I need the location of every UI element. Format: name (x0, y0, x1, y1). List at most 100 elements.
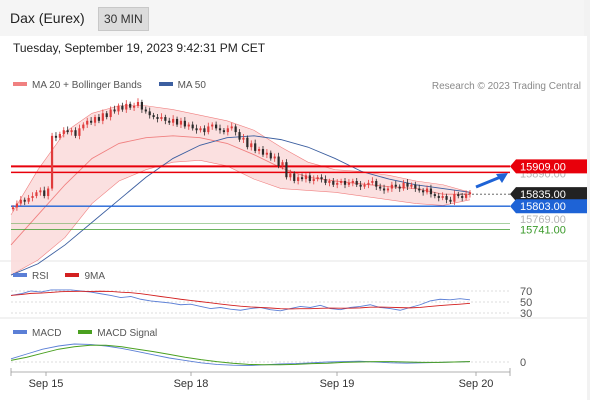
legend-rsi: RSI (13, 271, 49, 282)
x-tick-label: Sep 20 (459, 378, 494, 390)
macd-zero-label: 0 (520, 357, 526, 369)
main-legend: MA 20 + Bollinger Bands MA 50 (13, 80, 220, 91)
candle-body (254, 143, 257, 151)
candle-body (312, 179, 315, 181)
candle-body (422, 190, 425, 193)
candle-body (70, 130, 73, 133)
candle-body (429, 188, 433, 195)
legend-macd-label: MACD (32, 328, 62, 339)
x-tick-label: Sep 15 (29, 378, 64, 390)
candle-body (183, 120, 186, 127)
candle-body (386, 188, 390, 191)
candle-body (109, 109, 112, 118)
candle-body (336, 182, 339, 185)
chart-panel: Tuesday, September 19, 2023 9:42:31 PM C… (0, 36, 587, 400)
candle-body (39, 190, 42, 193)
candle-body (257, 149, 261, 151)
candle-body (152, 115, 155, 118)
candle-body (136, 102, 140, 106)
candle-body (464, 194, 468, 198)
candle-body (121, 105, 124, 110)
candle-body (304, 175, 308, 180)
legend-ma50-label: MA 50 (177, 80, 206, 91)
x-tick-label: Sep 18 (174, 378, 209, 390)
candle-body (343, 181, 347, 185)
candle-body (285, 162, 288, 178)
candle-body (179, 120, 183, 125)
macd-signal-swatch (78, 330, 93, 335)
interval-button[interactable]: 30 MIN (98, 7, 149, 31)
candle-body (66, 130, 69, 133)
candle-body (277, 156, 280, 166)
candle-body (144, 109, 147, 112)
candle-body (172, 118, 175, 123)
candle-body (351, 181, 354, 183)
candle-body (160, 117, 163, 119)
candle-body (148, 111, 151, 116)
candle-body (168, 120, 171, 123)
candle-body (316, 177, 319, 180)
candle-body (195, 128, 198, 131)
candle-body (402, 182, 405, 189)
ma50-swatch (158, 82, 173, 87)
candle-body (191, 124, 194, 129)
candle-body (234, 126, 237, 133)
candle-body (90, 120, 93, 123)
candle-body (15, 203, 19, 208)
candle-body (367, 182, 370, 185)
candle-body (58, 133, 61, 138)
legend-bollinger-label: MA 20 + Bollinger Bands (32, 80, 142, 91)
candle-body (211, 124, 214, 127)
candle-body (27, 197, 30, 202)
candle-body (117, 105, 120, 112)
candle-body (62, 130, 65, 134)
candle-body (379, 186, 382, 189)
candle-body (355, 181, 358, 185)
candle-body (125, 103, 128, 110)
rsi-swatch (13, 273, 27, 278)
legend-rsi-ma: 9MA (65, 271, 105, 282)
candle-body (250, 143, 253, 148)
candle-body (11, 207, 15, 210)
candle-body (93, 117, 97, 123)
price-label-support: 15741.00 (520, 225, 566, 237)
rsi-legend: RSI 9MA (13, 271, 119, 282)
candle-body (300, 177, 304, 180)
candle-body (164, 117, 167, 121)
candle-body (175, 118, 179, 125)
legend-bollinger: MA 20 + Bollinger Bands (13, 80, 142, 91)
candle-body (203, 128, 206, 133)
candle-body (156, 117, 159, 119)
candle-body (359, 184, 362, 187)
candle-body (246, 137, 249, 148)
price-label-pivot: 15803.00 (520, 201, 566, 213)
legend-rsi-ma-label: 9MA (84, 271, 106, 282)
candle-body (43, 190, 46, 197)
instrument-title: Dax (Eurex) (10, 10, 85, 26)
candle-body (215, 124, 218, 129)
candle-body (375, 181, 378, 187)
candle-body (308, 175, 311, 181)
candle-body (398, 186, 401, 189)
candle-body (242, 137, 245, 140)
candle-body (265, 152, 268, 155)
candle-body (382, 188, 386, 191)
candle-body (226, 128, 229, 133)
candle-body (54, 135, 58, 138)
candle-body (129, 103, 132, 108)
copyright: Research © 2023 Trading Central (431, 81, 581, 92)
candle-body (140, 102, 143, 110)
candle-body (31, 196, 34, 198)
rsi-ma-swatch (65, 273, 80, 278)
candle-body (468, 192, 472, 195)
price-label-resistance: 15909.00 (520, 161, 566, 173)
candle-body (187, 124, 190, 127)
candle-body (238, 132, 241, 140)
candle-body (105, 113, 108, 118)
macd-legend: MACD MACD Signal (13, 328, 171, 339)
candle-body (449, 199, 452, 202)
x-tick-label: Sep 19 (320, 378, 355, 390)
legend-ma50: MA 50 (158, 80, 206, 91)
candle-body (347, 182, 351, 185)
candle-body (74, 130, 77, 136)
